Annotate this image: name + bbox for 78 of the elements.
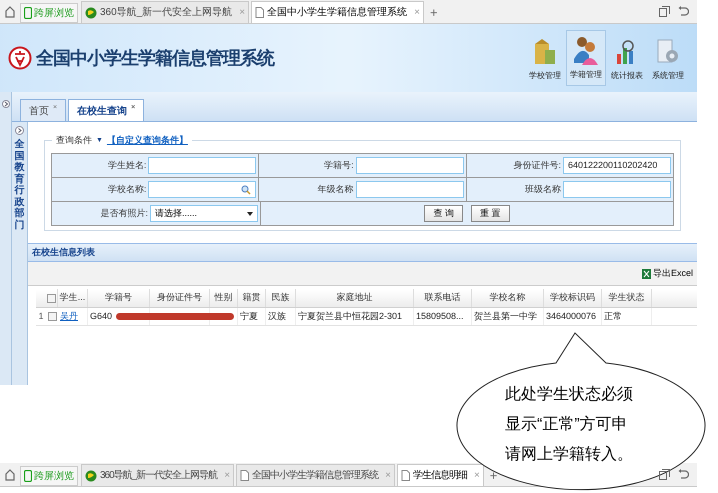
search-icon[interactable] xyxy=(241,184,252,194)
export-button[interactable]: 导出Excel xyxy=(642,266,693,280)
column-header[interactable]: 家庭地址 xyxy=(296,289,414,307)
column-header[interactable]: 民族 xyxy=(266,289,296,307)
side-panel-title: 全国教育行政部门 xyxy=(14,139,24,231)
search-button[interactable]: 查 询 xyxy=(424,205,463,222)
page-icon xyxy=(255,7,264,18)
nav-item[interactable]: 学校管理 xyxy=(525,30,565,86)
logo-icon xyxy=(8,46,32,70)
spreadsheet-icon xyxy=(642,268,651,278)
window-icon[interactable] xyxy=(659,469,670,480)
building-icon xyxy=(532,38,558,66)
input-field[interactable] xyxy=(356,181,464,198)
student-name-link[interactable]: 吴丹 xyxy=(60,310,78,324)
table-cell-text: 宁夏 xyxy=(240,310,258,323)
page-icon xyxy=(240,470,250,481)
column-header[interactable]: 学籍号 xyxy=(88,289,150,307)
input-field[interactable] xyxy=(356,157,464,174)
browser-tab[interactable]: 360导航_新一代安全上网导航 × xyxy=(81,464,234,486)
column-header[interactable]: 籍贯 xyxy=(238,289,266,307)
select-all-checkbox[interactable] xyxy=(47,294,56,302)
reset-button[interactable]: 重 置 xyxy=(471,205,510,222)
column-header[interactable]: 学校标识码 xyxy=(544,289,602,307)
home-icon[interactable] xyxy=(4,6,16,18)
field-label: 学籍号: xyxy=(324,158,354,172)
field-label: 班级名称 xyxy=(524,182,561,196)
column-header[interactable]: 身份证件号 xyxy=(150,289,210,307)
field-label: 身份证件号: xyxy=(513,158,561,172)
field-label: 学生姓名: xyxy=(108,158,146,172)
undo-icon[interactable] xyxy=(678,469,689,480)
row-checkbox[interactable] xyxy=(48,312,56,321)
table-cell-text: 宁夏贺兰县中恒花园2-301 xyxy=(298,310,402,323)
field-label: 年级名称 xyxy=(318,182,354,196)
nav-item[interactable]: 学籍管理 xyxy=(566,30,606,86)
system-title: 全国中小学生学籍信息管理系统 xyxy=(36,46,274,70)
new-tab-button[interactable]: + xyxy=(430,6,438,19)
expand-icon[interactable] xyxy=(15,126,24,135)
column-header[interactable]: 联系电话 xyxy=(414,289,472,307)
browser-tab[interactable]: 全国中小学生学籍信息管理系统 × xyxy=(251,1,424,23)
column-header[interactable]: 学生状态 xyxy=(602,289,652,307)
select-field[interactable]: 请选择...... xyxy=(150,205,258,222)
field-label: 学校名称: xyxy=(108,182,146,196)
people-icon xyxy=(573,35,599,65)
column-header[interactable]: 学校名称 xyxy=(472,289,544,307)
table-cell-text: 15809508... xyxy=(416,310,464,323)
home-icon[interactable] xyxy=(4,469,16,481)
custom-query-link[interactable]: 【自定义查询条件】 xyxy=(106,134,188,148)
search-field[interactable] xyxy=(148,181,256,198)
input-field[interactable] xyxy=(148,157,256,174)
field-label: 是否有照片: xyxy=(100,206,148,220)
globe-icon xyxy=(85,470,97,482)
column-header[interactable]: 学生... xyxy=(58,289,88,307)
table-cell-text: 正常 xyxy=(604,310,622,323)
globe-icon xyxy=(85,6,97,18)
input-field[interactable] xyxy=(562,181,671,198)
field-value: 640122200110202420 xyxy=(568,158,658,172)
input-field[interactable]: 640122200110202420 xyxy=(562,157,671,174)
dropdown-caret-icon xyxy=(247,212,253,216)
callout-text: 此处学生状态必须 显示“正常”方可申 请网上学籍转入。 xyxy=(505,384,633,465)
browser-tab[interactable]: 全国中小学生学籍信息管理系统 × xyxy=(236,464,395,486)
phone-icon xyxy=(24,7,32,19)
browser-tab[interactable]: 360导航_新一代安全上网导航 × xyxy=(81,1,250,23)
undo-icon[interactable] xyxy=(678,6,689,17)
new-tab-button[interactable]: + xyxy=(490,469,498,482)
list-header: 在校生信息列表 xyxy=(28,243,697,262)
legend-text: 查询条件 xyxy=(56,134,92,147)
table-cell-text: G640 xyxy=(90,310,112,323)
browser-tab[interactable]: 学生信息明细 × xyxy=(396,464,484,486)
table-cell-text: 汉族 xyxy=(268,310,286,323)
phone-icon xyxy=(24,470,32,482)
column-header[interactable]: 性别 xyxy=(210,289,238,307)
nav-item[interactable]: 统计报表 xyxy=(607,30,647,86)
table-cell-text: 3464000076 xyxy=(546,310,596,323)
collapse-icon[interactable] xyxy=(2,100,10,108)
page-icon xyxy=(400,470,410,481)
table-cell-text: 贺兰县第一中学 xyxy=(474,310,537,323)
nav-item[interactable]: 系统管理 xyxy=(648,30,688,86)
row-number: 1 xyxy=(37,310,44,323)
